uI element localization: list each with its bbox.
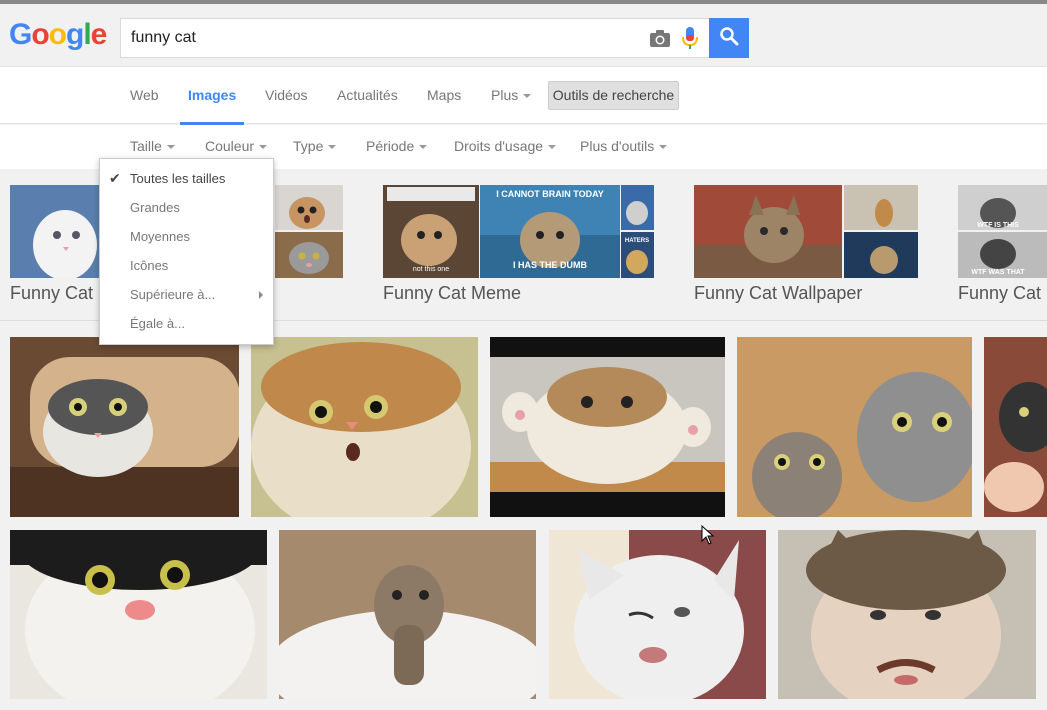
meme-caption: not this one: [413, 266, 449, 273]
filter-type-label: Type: [293, 138, 324, 154]
filter-usage-rights-label: Droits d'usage: [454, 138, 544, 154]
chevron-down-icon: [659, 145, 668, 150]
filter-color-label: Couleur: [205, 138, 255, 154]
result-image[interactable]: [778, 530, 1036, 699]
filter-period[interactable]: Période: [366, 125, 428, 167]
size-dropdown-menu: ✔ Toutes les tailles Grandes Moyennes Ic…: [99, 158, 274, 345]
related-thumb[interactable]: [10, 185, 100, 278]
chevron-down-icon: [523, 94, 532, 99]
meme-top-text: I CANNOT BRAIN TODAY: [496, 189, 604, 199]
result-image[interactable]: [10, 530, 267, 699]
top-bar: Google: [0, 0, 1047, 66]
chevron-down-icon: [328, 145, 337, 150]
related-thumb[interactable]: [621, 185, 654, 230]
microphone-icon[interactable]: [681, 26, 699, 50]
meme-side-text: HATERS: [625, 238, 649, 244]
related-thumb[interactable]: [844, 185, 918, 230]
filter-usage-rights[interactable]: Droits d'usage: [454, 125, 557, 167]
related-thumb[interactable]: [694, 185, 842, 278]
result-image[interactable]: [549, 530, 766, 699]
mouse-cursor-icon: [701, 524, 715, 550]
tab-videos[interactable]: Vidéos: [265, 67, 308, 125]
tab-more-label: Plus: [491, 87, 519, 103]
tab-more[interactable]: Plus: [491, 67, 532, 125]
search-button[interactable]: [709, 18, 749, 58]
related-thumb[interactable]: [275, 232, 343, 278]
tab-web[interactable]: Web: [130, 67, 159, 125]
search-tabs: Web Images Vidéos Actualités Maps Plus O…: [0, 66, 1047, 125]
meme-wtf-text: WTF IS THIS: [977, 222, 1019, 229]
camera-icon[interactable]: [649, 28, 671, 48]
related-thumb[interactable]: [275, 185, 343, 230]
size-option-all-label: Toutes les tailles: [130, 171, 226, 186]
related-label[interactable]: Funny Cat Meme: [383, 283, 521, 304]
filter-more-tools-label: Plus d'outils: [580, 138, 655, 154]
related-thumb[interactable]: WTF IS THIS: [958, 185, 1047, 230]
tab-images[interactable]: Images: [180, 67, 245, 125]
related-thumb[interactable]: WTF WAS THAT: [958, 232, 1047, 278]
chevron-down-icon: [166, 145, 175, 150]
chevron-right-icon: [259, 291, 263, 299]
related-thumb[interactable]: [844, 232, 918, 278]
size-option-medium[interactable]: Moyennes: [100, 222, 273, 251]
size-option-larger-than-label: Supérieure à...: [130, 287, 216, 302]
related-label[interactable]: Funny Cat: [10, 283, 93, 304]
chevron-down-icon: [419, 145, 428, 150]
size-option-exactly[interactable]: Égale à...: [100, 309, 273, 338]
search-box: [120, 18, 710, 58]
meme-bottom-text: I HAS THE DUMB: [513, 260, 588, 270]
result-image[interactable]: [737, 337, 972, 517]
related-label[interactable]: Funny Cat Wallpaper: [694, 283, 862, 304]
tab-maps[interactable]: Maps: [427, 67, 461, 125]
related-thumb[interactable]: not this one: [383, 185, 479, 278]
related-thumb[interactable]: I CANNOT BRAIN TODAY I HAS THE DUMB: [480, 185, 620, 278]
search-input[interactable]: [121, 19, 641, 57]
result-image[interactable]: [279, 530, 536, 699]
result-image[interactable]: [10, 337, 239, 517]
meme-wtf-text-2: WTF WAS THAT: [971, 269, 1025, 276]
chevron-down-icon: [548, 145, 557, 150]
filter-period-label: Période: [366, 138, 415, 154]
size-option-large[interactable]: Grandes: [100, 193, 273, 222]
size-option-larger-than[interactable]: Supérieure à...: [100, 280, 273, 309]
search-tools-button[interactable]: Outils de recherche: [548, 81, 679, 110]
result-image[interactable]: [984, 337, 1047, 517]
related-thumb[interactable]: HATERS: [621, 232, 654, 278]
chevron-down-icon: [259, 145, 268, 150]
size-option-icon[interactable]: Icônes: [100, 251, 273, 280]
related-label[interactable]: Funny Cat: [958, 283, 1041, 304]
filter-size-label: Taille: [130, 138, 162, 154]
filter-type[interactable]: Type: [293, 125, 337, 167]
search-icon: [719, 26, 739, 51]
filter-more-tools[interactable]: Plus d'outils: [580, 125, 668, 167]
tab-news[interactable]: Actualités: [337, 67, 398, 125]
result-image[interactable]: [251, 337, 478, 517]
result-image[interactable]: [490, 337, 725, 517]
checkmark-icon: ✔: [109, 170, 121, 186]
google-logo[interactable]: Google: [9, 18, 107, 52]
size-option-all[interactable]: ✔ Toutes les tailles: [100, 164, 273, 193]
